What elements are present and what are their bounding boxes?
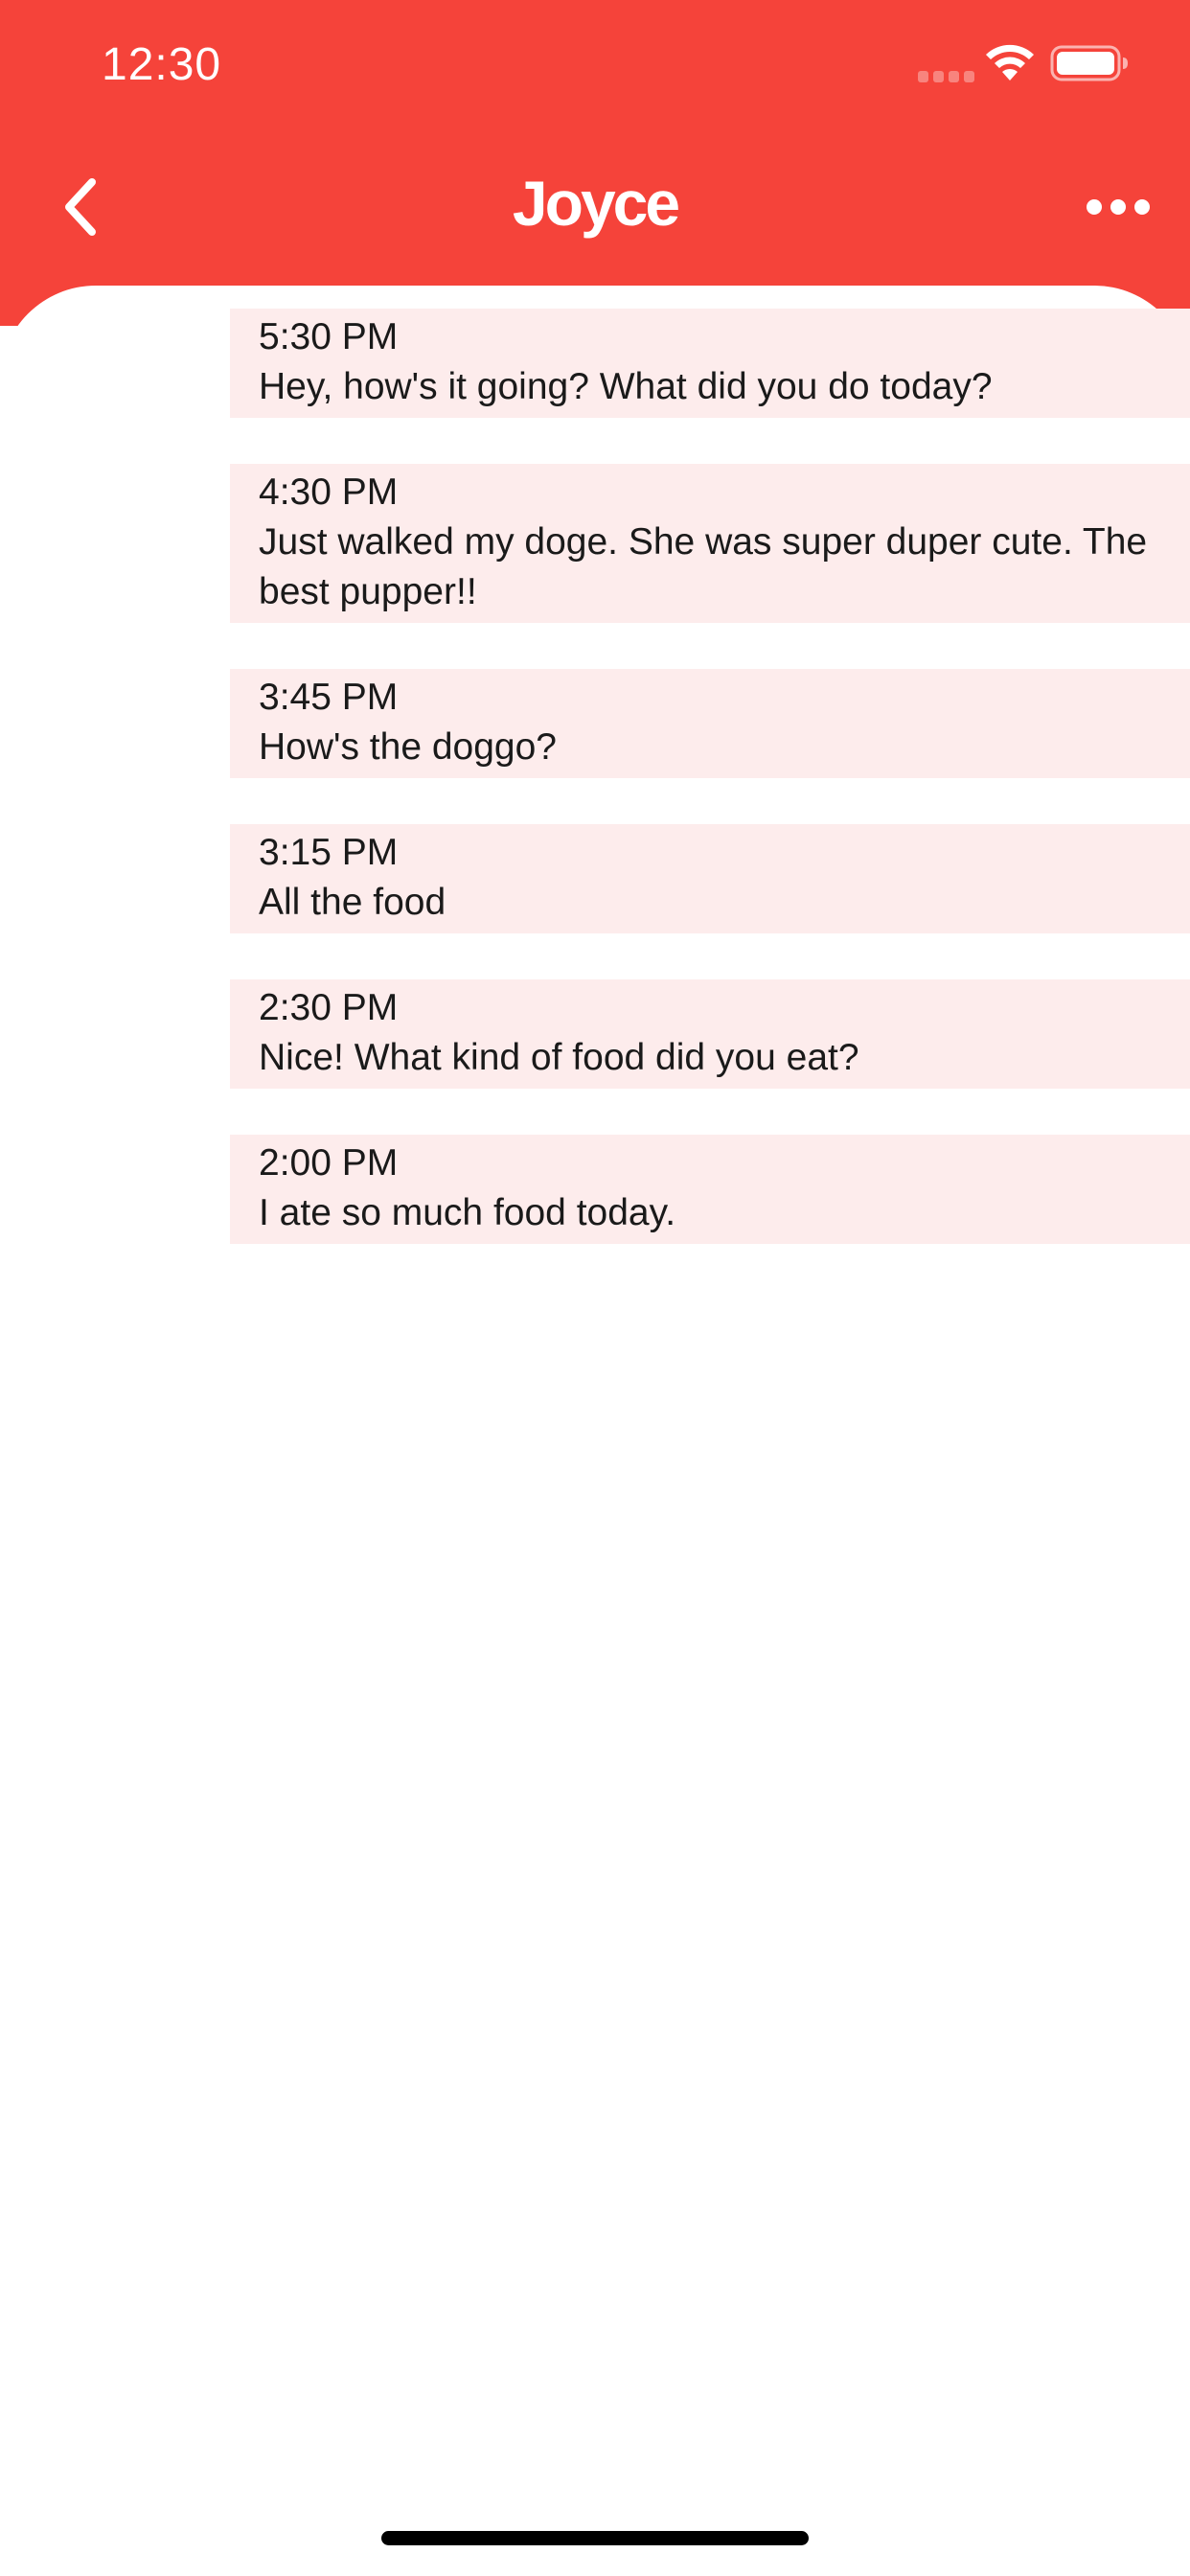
message-text: I ate so much food today.: [259, 1192, 676, 1233]
message-text: How's the doggo?: [259, 726, 557, 768]
message-text: Nice! What kind of food did you eat?: [259, 1037, 859, 1078]
message-item[interactable]: 5:30 PM Hey, how's it going? What did yo…: [230, 309, 1190, 418]
battery-icon: [1050, 45, 1128, 81]
message-list: 5:30 PM Hey, how's it going? What did yo…: [230, 309, 1190, 1290]
message-item[interactable]: 3:15 PM All the food: [230, 824, 1190, 933]
status-time: 12:30: [102, 39, 222, 90]
message-item[interactable]: 2:00 PM I ate so much food today.: [230, 1135, 1190, 1244]
message-time: 2:00 PM: [259, 1142, 399, 1184]
message-text: Just walked my doge. She was super duper…: [259, 521, 1148, 612]
chat-title: Joyce: [512, 168, 680, 239]
message-time: 2:30 PM: [259, 987, 399, 1028]
message-time: 3:15 PM: [259, 832, 399, 873]
message-item[interactable]: 2:30 PM Nice! What kind of food did you …: [230, 979, 1190, 1089]
message-text: All the food: [259, 882, 446, 923]
message-item[interactable]: 4:30 PM Just walked my doge. She was sup…: [230, 464, 1190, 623]
signal-icon: [918, 71, 974, 82]
wifi-icon: [986, 44, 1034, 80]
more-options-button[interactable]: [1077, 182, 1159, 232]
ellipsis-icon: [1087, 199, 1150, 215]
message-time: 4:30 PM: [259, 472, 399, 513]
back-button[interactable]: [46, 165, 115, 249]
message-text: Hey, how's it going? What did you do tod…: [259, 366, 993, 407]
message-time: 3:45 PM: [259, 677, 399, 718]
message-item[interactable]: 3:45 PM How's the doggo?: [230, 669, 1190, 778]
home-indicator[interactable]: [381, 2531, 809, 2545]
message-time: 5:30 PM: [259, 316, 399, 357]
header-bar: 12:30 Joyce: [0, 0, 1190, 326]
chevron-left-icon: [65, 178, 96, 236]
